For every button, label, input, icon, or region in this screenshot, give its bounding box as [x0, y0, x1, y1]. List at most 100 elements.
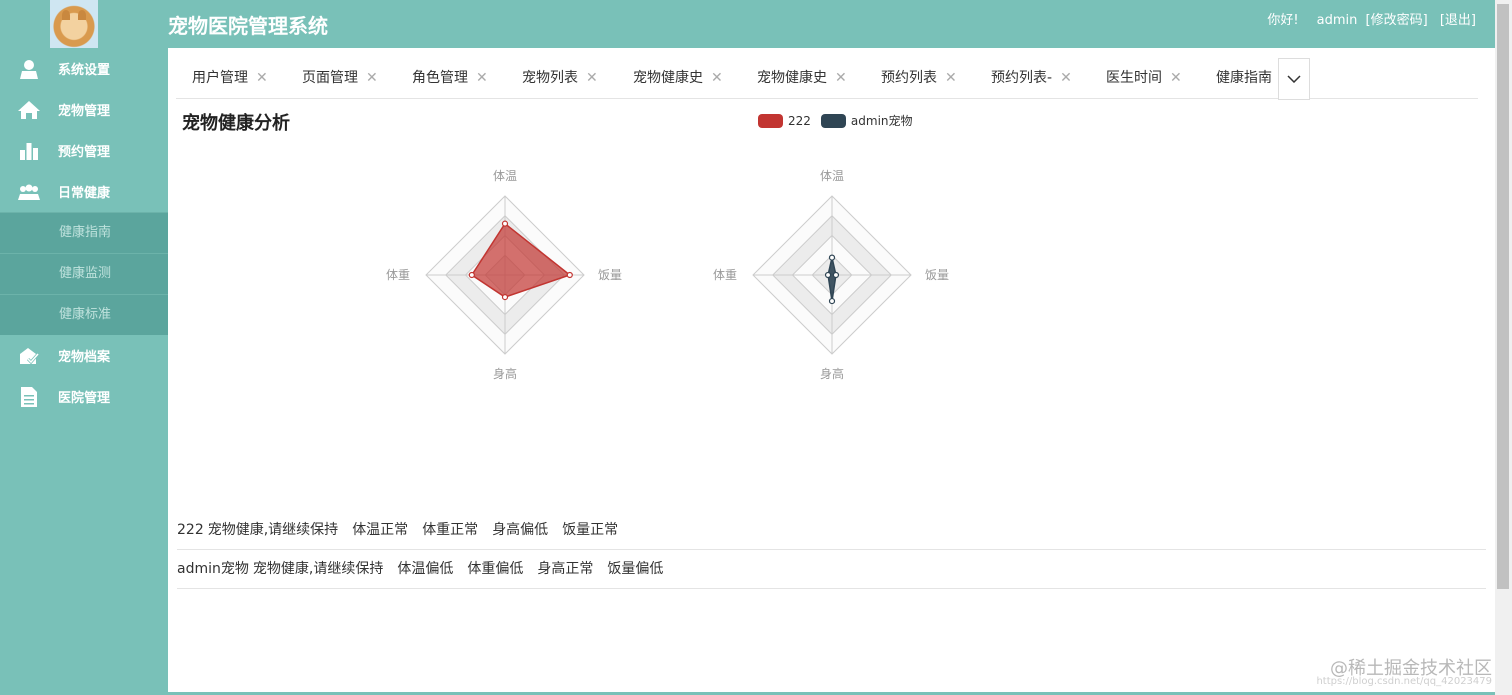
avatar-ear-right [78, 10, 86, 20]
sidebar-item-appointment-management[interactable]: 预约管理 [0, 130, 168, 171]
pet-name: 222 [177, 522, 204, 538]
document-icon [0, 386, 58, 408]
app-title: 宠物医院管理系统 [168, 14, 328, 38]
tab-label: 页面管理 [302, 70, 358, 86]
sidebar-item-label: 医院管理 [58, 391, 111, 406]
tab-appointment-list[interactable]: 预约列表 ✕ [881, 58, 957, 98]
tab-label: 预约列表 [881, 70, 937, 86]
result-row: 222 宠物健康,请继续保持 体温正常 体重正常 身高偏低 饭量正常 [177, 511, 1486, 550]
radar-data-point [832, 271, 840, 279]
submenu-item-health-guide[interactable]: 健康指南 [0, 212, 168, 253]
result-item: 身高正常 [537, 561, 594, 577]
chevron-down-icon [1287, 75, 1301, 83]
sidebar-item-pet-files[interactable]: 宠物档案 [0, 335, 168, 376]
close-icon[interactable]: ✕ [256, 70, 268, 86]
radar-data-point [501, 220, 509, 227]
close-icon[interactable]: ✕ [476, 70, 488, 86]
tab-label: 医生时间 [1106, 70, 1162, 86]
tab-user-management[interactable]: 用户管理 ✕ [192, 58, 268, 98]
sidebar-item-label: 宠物管理 [58, 104, 111, 119]
tab-label: 健康指南 [1216, 70, 1272, 86]
radar-data-point [566, 271, 573, 279]
legend-item-series-2[interactable]: admin宠物 [820, 112, 913, 129]
user-area: 你好! admin [修改密码] [退出] [1259, 9, 1476, 28]
tab-pet-list[interactable]: 宠物列表 ✕ [522, 58, 598, 98]
main-content: 用户管理 ✕ 页面管理 ✕ 角色管理 ✕ 宠物列表 ✕ 宠物健康史 ✕ 宠物健康史 ✕ 预约… [168, 48, 1495, 692]
radar-data-point [828, 297, 836, 305]
tab-label: 用户管理 [192, 70, 248, 86]
result-item: 体温正常 [352, 522, 409, 538]
pet-name: admin宠物 [177, 561, 249, 577]
radar-data-point [828, 254, 836, 261]
scrollbar-thumb[interactable] [1497, 4, 1509, 589]
result-item: 饭量正常 [562, 522, 619, 538]
username-text: admin [1316, 13, 1358, 28]
page-title: 宠物健康分析 [182, 113, 290, 134]
radar-data-point [824, 271, 832, 279]
result-item: 饭量偏低 [607, 561, 664, 577]
header: 宠物医院管理系统 你好! admin [修改密码] [退出] [0, 0, 1512, 48]
radar-indicator-label: 体温 [493, 169, 517, 183]
logout-link[interactable]: [退出] [1440, 13, 1476, 28]
close-icon[interactable]: ✕ [366, 70, 378, 86]
legend-swatch [758, 113, 783, 128]
legend-label: admin宠物 [850, 114, 913, 128]
sidebar-item-pet-management[interactable]: 宠物管理 [0, 89, 168, 130]
tab-pet-health-history-2[interactable]: 宠物健康史 ✕ [757, 58, 847, 98]
watermark-url: https://blog.csdn.net/qq_42023479 [1316, 676, 1492, 687]
radar-indicator-label: 饭量 [598, 268, 622, 282]
radar-indicator-label: 身高 [493, 366, 517, 381]
greeting-text: 你好! [1267, 13, 1299, 28]
result-item: 体重偏低 [467, 561, 524, 577]
tab-label: 角色管理 [412, 70, 468, 86]
result-item: 体温偏低 [397, 561, 454, 577]
chart-legend: 222 admin宠物 [758, 112, 923, 129]
legend-swatch [820, 113, 846, 128]
close-icon[interactable]: ✕ [586, 70, 598, 86]
tab-page-management[interactable]: 页面管理 ✕ [302, 58, 378, 98]
legend-item-series-1[interactable]: 222 [758, 113, 811, 128]
tab-label: 宠物列表 [522, 70, 578, 86]
close-icon[interactable]: ✕ [835, 70, 847, 86]
radar-indicator-label: 体重 [386, 268, 410, 282]
tab-pet-health-history[interactable]: 宠物健康史 ✕ [633, 58, 723, 98]
home-icon [0, 100, 58, 120]
submenu-item-health-standard[interactable]: 健康标准 [0, 294, 168, 335]
sidebar-item-label: 日常健康 [58, 186, 111, 201]
bar-chart-icon [0, 142, 58, 160]
submenu-item-health-monitoring[interactable]: 健康监测 [0, 253, 168, 294]
user-icon [0, 59, 58, 79]
radar-data-point [468, 271, 475, 279]
pet-file-icon [0, 346, 58, 366]
tab-bar: 用户管理 ✕ 页面管理 ✕ 角色管理 ✕ 宠物列表 ✕ 宠物健康史 ✕ 宠物健康史 ✕ 预约… [176, 58, 1478, 100]
tab-label: 预约列表- [991, 70, 1053, 86]
tab-appointment-list-2[interactable]: 预约列表- ✕ [991, 58, 1072, 98]
scrollbar[interactable] [1495, 0, 1512, 695]
radar-indicator-label: 身高 [820, 366, 844, 381]
sidebar-item-label: 宠物档案 [58, 350, 111, 365]
sidebar-item-daily-health[interactable]: 日常健康 [0, 171, 168, 212]
avatar[interactable] [50, 0, 98, 48]
sidebar: 系统设置 宠物管理 预约管理 日常健康 健康指南 健康监测 健康标准 宠物档案 … [0, 48, 168, 695]
result-row: admin宠物 宠物健康,请继续保持 体温偏低 体重偏低 身高正常 饭量偏低 [177, 550, 1486, 589]
tab-label: 宠物健康史 [757, 70, 827, 86]
radar-data-point [501, 294, 509, 301]
close-icon[interactable]: ✕ [1060, 70, 1072, 86]
change-password-link[interactable]: [修改密码] [1366, 13, 1428, 28]
pet-summary: 宠物健康,请继续保持 [207, 522, 339, 538]
close-icon[interactable]: ✕ [1170, 70, 1182, 86]
radar-indicator-label: 体温 [820, 169, 844, 183]
radar-indicator-label: 体重 [713, 268, 737, 282]
radar-indicator-label: 饭量 [925, 268, 949, 282]
group-icon [0, 184, 58, 200]
close-icon[interactable]: ✕ [711, 70, 723, 86]
tab-more-button[interactable] [1278, 58, 1310, 100]
tab-health-guide[interactable]: 健康指南 [1216, 58, 1272, 98]
tab-doctor-time[interactable]: 医生时间 ✕ [1106, 58, 1182, 98]
close-icon[interactable]: ✕ [945, 70, 957, 86]
sidebar-item-system-settings[interactable]: 系统设置 [0, 48, 168, 89]
avatar-ear-left [62, 10, 70, 20]
sidebar-item-hospital-management[interactable]: 医院管理 [0, 376, 168, 417]
sidebar-item-label: 系统设置 [58, 63, 111, 78]
tab-role-management[interactable]: 角色管理 ✕ [412, 58, 488, 98]
